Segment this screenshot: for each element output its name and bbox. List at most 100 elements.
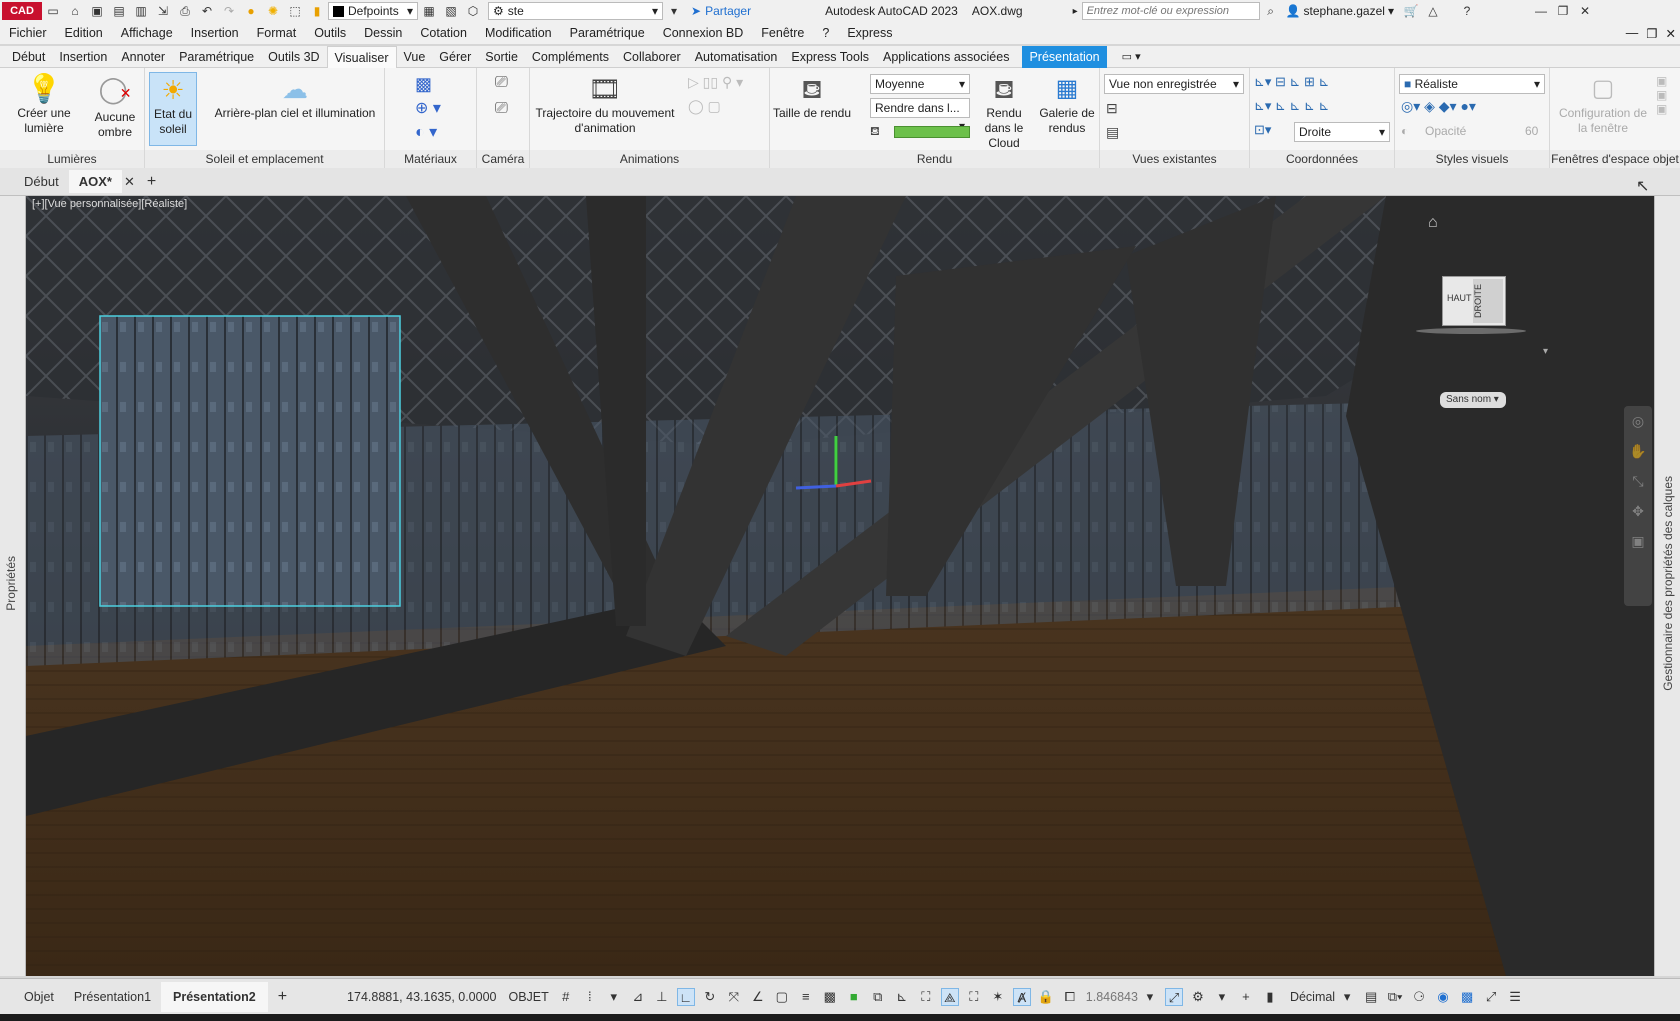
export-icon[interactable]: ▥ bbox=[132, 3, 150, 19]
annotation-monitor-icon[interactable]: + bbox=[1237, 988, 1255, 1006]
object-track-icon[interactable]: ∠ bbox=[749, 988, 767, 1006]
nav-wheel-icon[interactable]: ◎ bbox=[1624, 406, 1652, 436]
ucs-icons-row3[interactable]: ⊡▾ bbox=[1254, 122, 1271, 138]
tab-express-tools[interactable]: Express Tools bbox=[784, 46, 876, 68]
restore-icon[interactable]: ❐ bbox=[1554, 3, 1572, 19]
properties-palette-tab[interactable]: Propriétés bbox=[4, 556, 18, 611]
share-button[interactable]: ➤ Partager bbox=[691, 4, 751, 18]
coords-panel-title[interactable]: Coordonnées bbox=[1250, 150, 1394, 168]
units-dropdown-icon[interactable]: ▾ bbox=[1338, 988, 1356, 1006]
cart-icon[interactable]: 🛒 bbox=[1402, 3, 1420, 19]
opacity-value[interactable]: 60 bbox=[1525, 124, 1538, 138]
selection-cycle-icon[interactable]: ■ bbox=[845, 988, 863, 1006]
polar-icon[interactable]: ↻ bbox=[701, 988, 719, 1006]
viewport-scale[interactable]: 1.846843 bbox=[1086, 990, 1138, 1004]
menu-dessin[interactable]: Dessin bbox=[355, 26, 411, 40]
named-view-dropdown[interactable]: Vue non enregistrée ▾ bbox=[1104, 74, 1244, 94]
ucs-dynamic-icon[interactable]: ⊾ bbox=[893, 988, 911, 1006]
annotation-visibility-icon[interactable]: ⛶ bbox=[965, 988, 983, 1006]
menu-modification[interactable]: Modification bbox=[476, 26, 561, 40]
grid-icon[interactable]: # bbox=[557, 988, 575, 1006]
viewcube-top-label[interactable]: HAUT bbox=[1447, 293, 1472, 303]
viewports-panel-title[interactable]: Fenêtres d'espace objet bbox=[1550, 150, 1680, 168]
plot-icon[interactable]: ⎙ bbox=[176, 3, 194, 19]
cloud-render-button[interactable]: ⛾ Rendu dans le Cloud bbox=[972, 72, 1036, 151]
tab-collaborer[interactable]: Collaborer bbox=[616, 46, 688, 68]
layout-tab-1[interactable]: Présentation1 bbox=[64, 990, 161, 1004]
clean-screen-icon[interactable]: ⤢ bbox=[1482, 988, 1500, 1006]
viewcube-compass[interactable] bbox=[1416, 328, 1526, 334]
visual-style-dropdown[interactable]: ■ Réaliste ▾ bbox=[1399, 74, 1545, 94]
ucs-icons-row1[interactable]: ⊾▾ ⊟ ⊾ ⊞ ⊾ bbox=[1254, 74, 1329, 90]
search-icon[interactable]: ⌕ bbox=[1262, 3, 1280, 19]
ucs-named-dropdown[interactable]: Droite ▾ bbox=[1294, 122, 1390, 142]
materials-attach-icon[interactable]: ◐ ▾ bbox=[415, 122, 437, 142]
menu-cotation[interactable]: Cotation bbox=[411, 26, 476, 40]
layout-tab-model[interactable]: Objet bbox=[14, 990, 64, 1004]
layer-prev-icon[interactable]: ⬡ bbox=[464, 3, 482, 19]
doc-tab-current[interactable]: AOX* bbox=[68, 170, 122, 193]
tab-vue[interactable]: Vue bbox=[397, 46, 433, 68]
viewcube-menu-icon[interactable]: ▾ bbox=[1543, 346, 1548, 357]
model-space-toggle[interactable]: OBJET bbox=[509, 990, 549, 1004]
menu-format[interactable]: Format bbox=[248, 26, 306, 40]
camera-create-icon[interactable]: ⎚ bbox=[495, 74, 508, 92]
isolate-objects-icon[interactable]: ▩ bbox=[1458, 988, 1476, 1006]
graphics-perf-icon[interactable]: ⚆ bbox=[1410, 988, 1428, 1006]
quick-props-icon[interactable]: ▤ bbox=[1362, 988, 1380, 1006]
render-panel-title[interactable]: Rendu bbox=[770, 150, 1099, 168]
new-doc-tab-icon[interactable]: + bbox=[137, 173, 166, 191]
osnap-icon[interactable]: ▢ bbox=[773, 988, 791, 1006]
minimize-icon[interactable]: — bbox=[1532, 3, 1550, 19]
visual-panel-title[interactable]: Styles visuels bbox=[1395, 150, 1549, 168]
viewport-label[interactable]: [+][Vue personnalisée][Réaliste] bbox=[32, 198, 187, 210]
close-icon[interactable]: ✕ bbox=[1576, 3, 1594, 19]
camera-panel-title[interactable]: Caméra bbox=[477, 150, 529, 168]
customize-status-icon[interactable]: ☰ bbox=[1506, 988, 1524, 1006]
doc-tab-close-icon[interactable]: ✕ bbox=[122, 174, 137, 190]
hardware-accel-icon[interactable]: ◉ bbox=[1434, 988, 1452, 1006]
menu-fenetre[interactable]: Fenêtre bbox=[752, 26, 813, 40]
menu-fichier[interactable]: Fichier bbox=[0, 26, 56, 40]
lineweight-icon[interactable]: ≡ bbox=[797, 988, 815, 1006]
save-as-icon[interactable]: ▤ bbox=[110, 3, 128, 19]
workspace-gear-icon[interactable]: ⚙ bbox=[1189, 988, 1207, 1006]
animations-panel-title[interactable]: Animations bbox=[530, 150, 769, 168]
menu-insertion[interactable]: Insertion bbox=[182, 26, 248, 40]
open-file-icon[interactable]: ⌂ bbox=[66, 3, 84, 19]
tab-gerer[interactable]: Gérer bbox=[432, 46, 478, 68]
anim-record-icon[interactable]: ◯ ▢ bbox=[688, 98, 721, 115]
selection-filter-icon[interactable]: ⛶ bbox=[917, 988, 935, 1006]
tab-visualiser[interactable]: Visualiser bbox=[326, 45, 397, 68]
cursor-coordinates[interactable]: 174.8881, 43.1635, 0.0000 bbox=[347, 990, 496, 1004]
import-icon[interactable]: ⇲ bbox=[154, 3, 172, 19]
camera-show-icon[interactable]: ⎚ bbox=[495, 100, 508, 118]
tab-insertion[interactable]: Insertion bbox=[52, 46, 114, 68]
tab-sortie[interactable]: Sortie bbox=[478, 46, 525, 68]
tab-applications[interactable]: Applications associées bbox=[876, 46, 1016, 68]
undo-icon[interactable]: ↶ bbox=[198, 3, 216, 19]
help-icon[interactable]: ? bbox=[1458, 3, 1476, 19]
anim-play-icon[interactable]: ▷ ▯▯ ⚲ ▾ bbox=[688, 74, 743, 91]
materials-map-icon[interactable]: ⊕ ▾ bbox=[415, 98, 441, 118]
viewcube[interactable]: HAUT DROITE bbox=[1442, 276, 1506, 326]
layout-tools-icon[interactable]: ⧉▾ bbox=[1386, 988, 1404, 1006]
render-target-dropdown[interactable]: Rendre dans l...▾ bbox=[870, 98, 970, 133]
sun-panel-title[interactable]: Soleil et emplacement bbox=[145, 150, 384, 168]
autocad-logo[interactable]: CAD bbox=[2, 2, 42, 20]
a360-icon[interactable]: △ bbox=[1424, 3, 1442, 19]
materials-browser-icon[interactable]: ▩ bbox=[415, 74, 432, 95]
render-teapot-small-icon[interactable]: ⛾ bbox=[870, 124, 880, 140]
ortho-icon[interactable]: ∟ bbox=[676, 987, 695, 1006]
layer-dropdown[interactable]: Defpoints ▾ bbox=[328, 2, 418, 20]
style-dropdown[interactable]: ⚙ ste ▾ bbox=[488, 2, 663, 20]
layer-properties-palette-tab[interactable]: Gestionnaire des propriétés des calques bbox=[1661, 476, 1675, 691]
tab-automatisation[interactable]: Automatisation bbox=[688, 46, 785, 68]
search-input[interactable]: Entrez mot-clé ou expression bbox=[1081, 2, 1260, 20]
menu-connexion-bd[interactable]: Connexion BD bbox=[654, 26, 753, 40]
render-quality-dropdown[interactable]: Moyenne ▾ bbox=[870, 74, 970, 94]
ribbon-toggle-icon[interactable]: ▭ ▾ bbox=[1115, 46, 1148, 68]
home-view-icon[interactable]: ⌂ bbox=[1428, 214, 1438, 232]
tab-outils-3d[interactable]: Outils 3D bbox=[261, 46, 326, 68]
lock-ui-icon[interactable]: 🔒 bbox=[1037, 988, 1055, 1006]
